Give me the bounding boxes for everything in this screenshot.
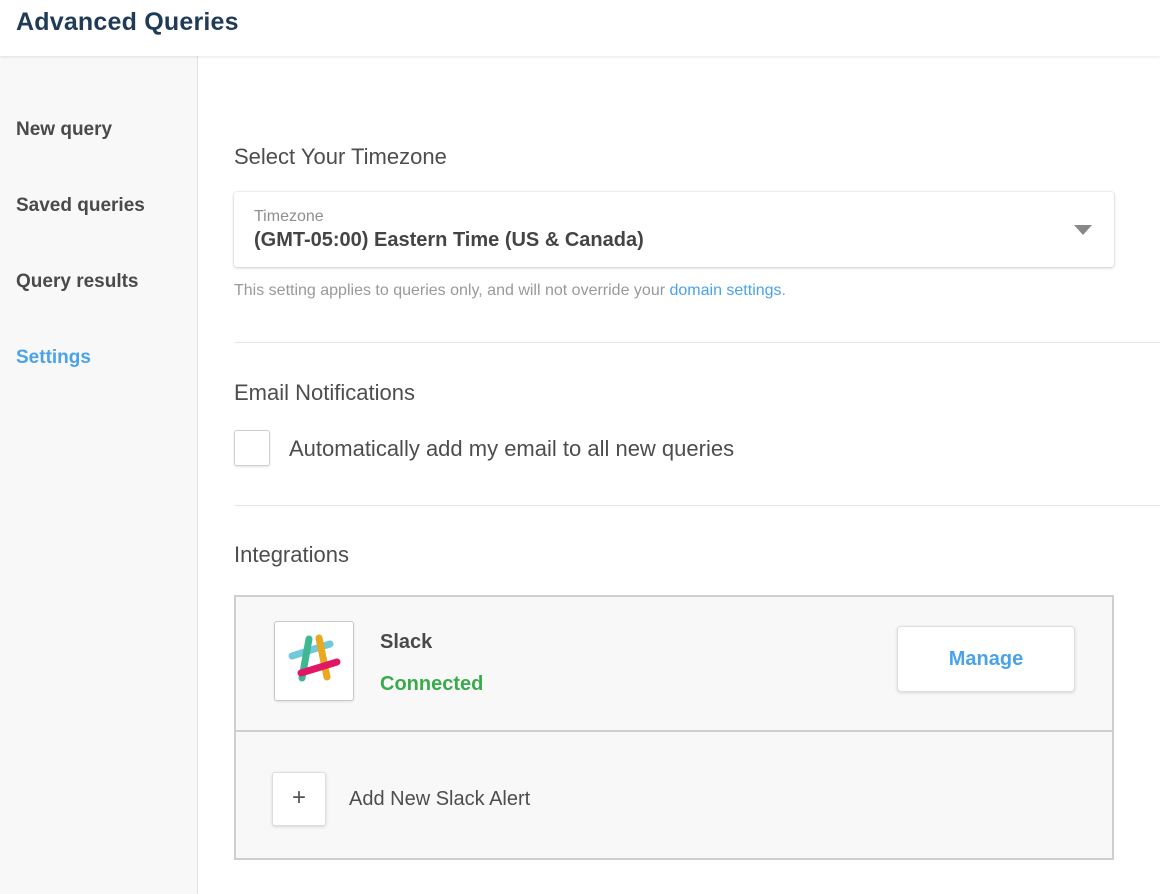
add-slack-alert-label[interactable]: Add New Slack Alert bbox=[349, 788, 530, 811]
help-text-suffix: . bbox=[781, 282, 786, 299]
sidebar-item-query-results[interactable]: Query results bbox=[16, 271, 139, 293]
section-divider bbox=[234, 505, 1160, 506]
timezone-field-label: Timezone bbox=[254, 208, 324, 225]
slack-integration-name: Slack bbox=[380, 631, 433, 653]
help-text-prefix: This setting applies to queries only, an… bbox=[234, 282, 670, 299]
slack-logo-icon bbox=[274, 621, 354, 701]
sidebar-item-new-query[interactable]: New query bbox=[16, 119, 112, 141]
email-notifications-section-title: Email Notifications bbox=[234, 380, 415, 405]
page-title: Advanced Queries bbox=[16, 8, 239, 36]
timezone-help-text: This setting applies to queries only, an… bbox=[234, 282, 786, 300]
section-divider bbox=[234, 342, 1160, 343]
slack-status-badge: Connected bbox=[380, 673, 484, 695]
slack-integration-row: Slack Connected Manage bbox=[236, 597, 1112, 732]
app-header: Advanced Queries bbox=[0, 0, 1160, 56]
sidebar-item-settings[interactable]: Settings bbox=[16, 347, 91, 369]
timezone-selected-value: (GMT-05:00) Eastern Time (US & Canada) bbox=[254, 229, 644, 251]
add-slack-alert-button[interactable]: + bbox=[272, 772, 326, 826]
slack-logo-graphic bbox=[288, 634, 341, 682]
add-slack-alert-row: + Add New Slack Alert bbox=[236, 732, 1112, 858]
chevron-down-icon bbox=[1074, 225, 1092, 235]
auto-add-email-label[interactable]: Automatically add my email to all new qu… bbox=[289, 436, 734, 462]
timezone-section-title: Select Your Timezone bbox=[234, 144, 447, 169]
sidebar: New query Saved queries Query results Se… bbox=[0, 56, 198, 894]
integrations-section-title: Integrations bbox=[234, 542, 349, 567]
integrations-panel: Slack Connected Manage + Add New Slack A… bbox=[234, 595, 1114, 860]
manage-slack-button[interactable]: Manage bbox=[897, 626, 1075, 692]
domain-settings-link[interactable]: domain settings bbox=[669, 282, 781, 299]
sidebar-item-saved-queries[interactable]: Saved queries bbox=[16, 195, 145, 217]
auto-add-email-checkbox[interactable] bbox=[234, 430, 270, 466]
timezone-select[interactable]: Timezone (GMT-05:00) Eastern Time (US & … bbox=[234, 192, 1114, 267]
settings-panel: Select Your Timezone Timezone (GMT-05:00… bbox=[198, 56, 1160, 894]
